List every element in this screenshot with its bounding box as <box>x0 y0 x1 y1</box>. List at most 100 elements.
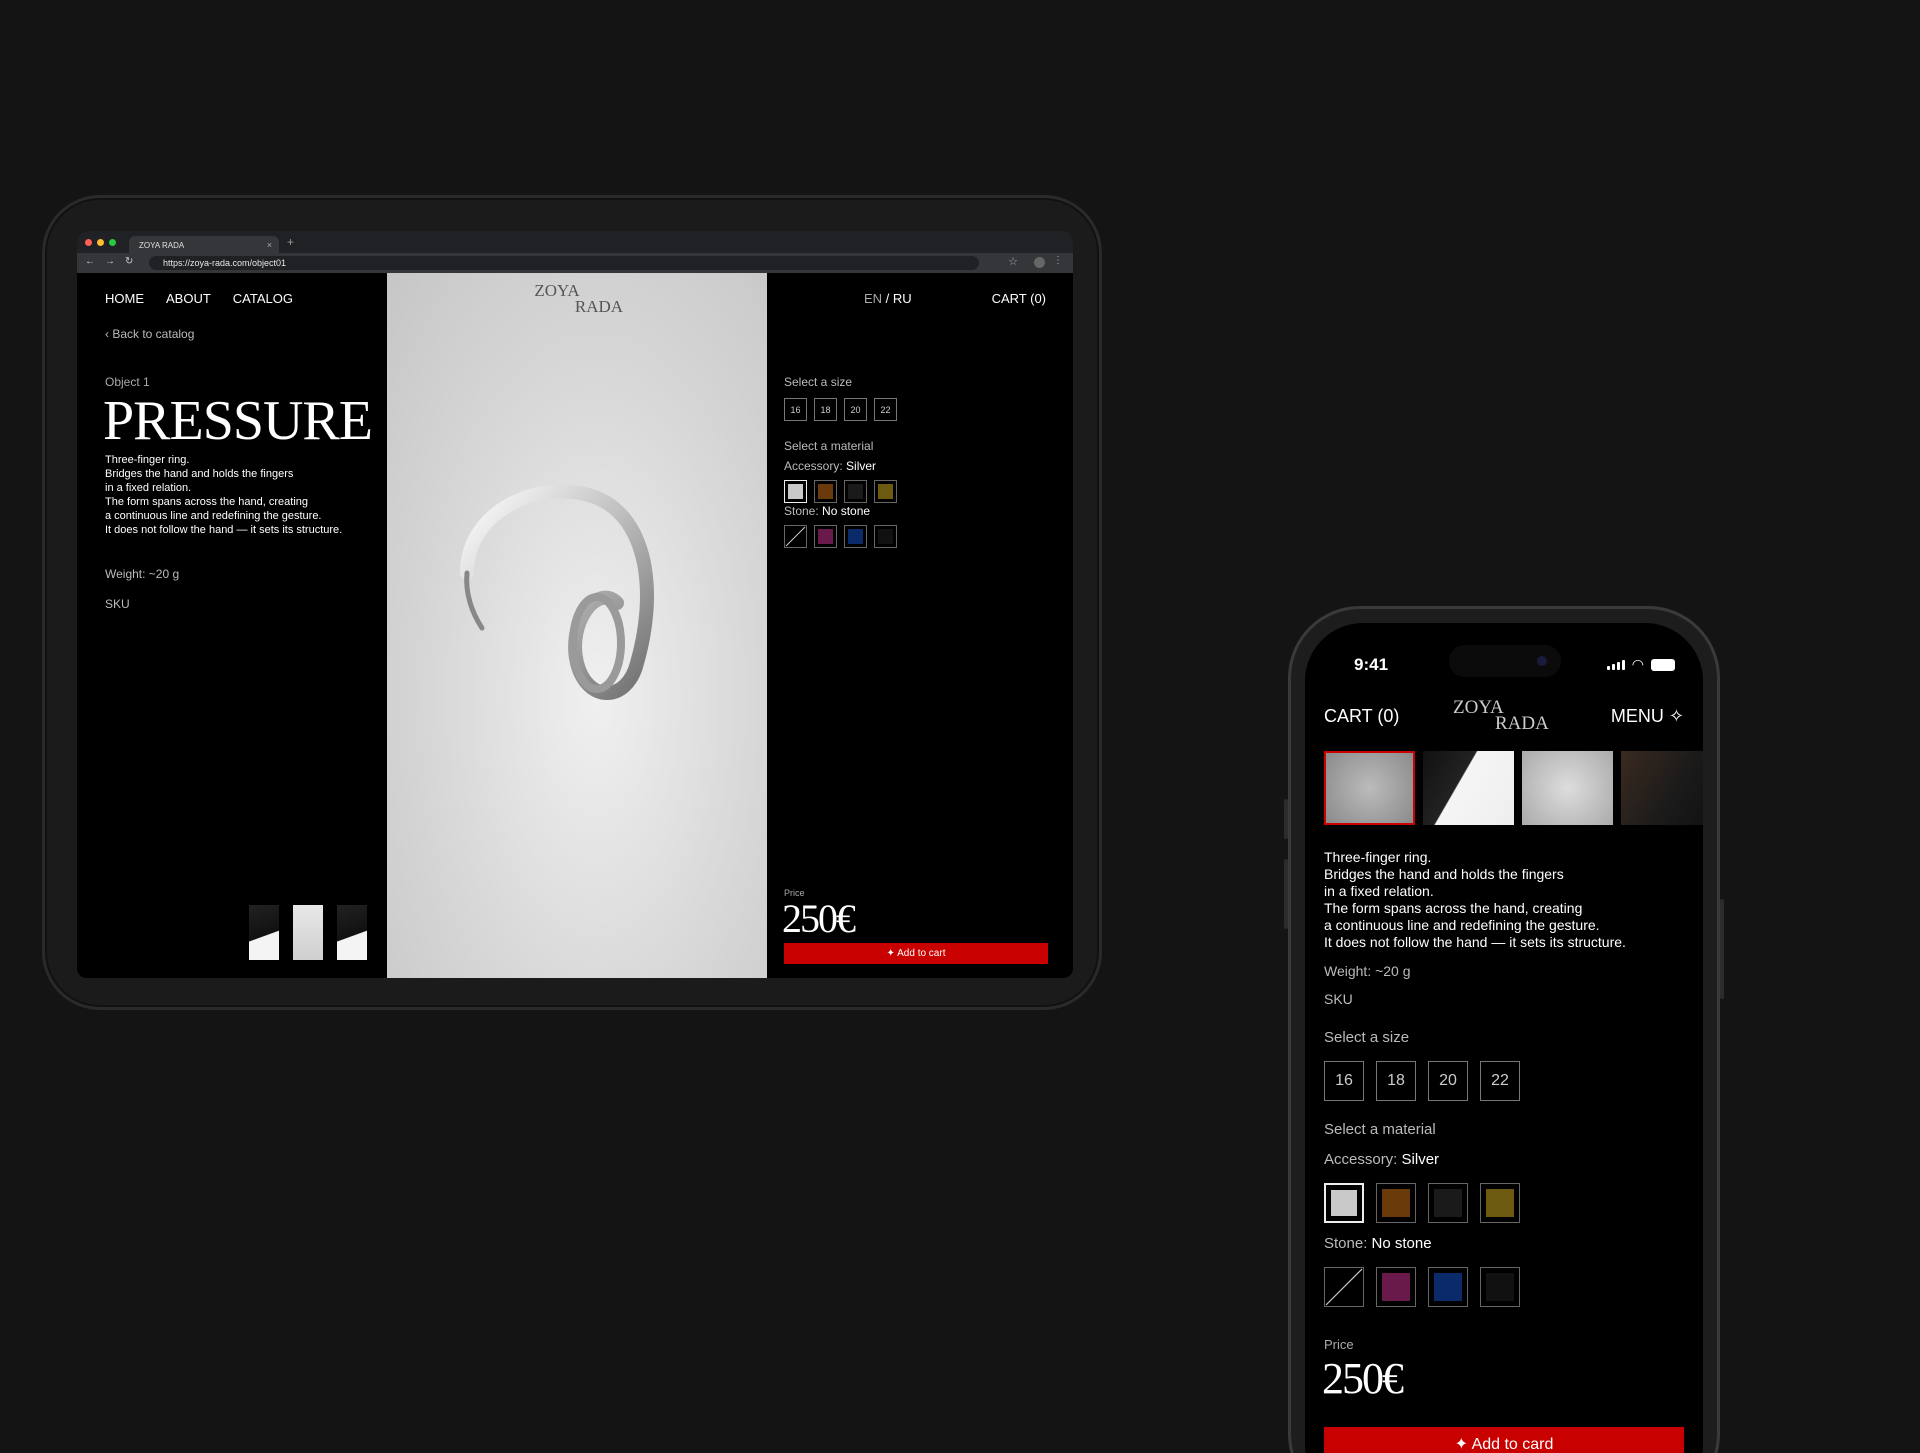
back-arrow-icon[interactable]: ← <box>85 256 95 267</box>
swatch-bronze[interactable] <box>814 480 837 503</box>
phone-stone-swatches <box>1324 1267 1520 1307</box>
swatch-gold[interactable] <box>874 480 897 503</box>
address-bar: ← → ↻ https://zoya-rada.com/object01 ☆ ⋮ <box>77 253 1073 273</box>
phone-swatch-sapphire[interactable] <box>1428 1267 1468 1307</box>
thumbnail-2[interactable] <box>293 905 323 960</box>
phone-price-label: Price <box>1324 1337 1354 1352</box>
swatch-no-stone[interactable] <box>784 525 807 548</box>
phone-thumbnail-2[interactable] <box>1423 751 1514 825</box>
phone-accessory-value: Silver <box>1401 1151 1440 1168</box>
minimize-window-button[interactable] <box>97 239 104 246</box>
product-description: Three-finger ring. Bridges the hand and … <box>105 454 343 536</box>
thumbnail-3[interactable] <box>337 905 367 960</box>
size-option-22[interactable]: 22 <box>874 398 897 421</box>
accessory-value: Silver <box>846 459 877 473</box>
no-stone-icon <box>785 526 806 547</box>
phone-swatch-gold[interactable] <box>1480 1183 1520 1223</box>
nav-about-link[interactable]: ABOUT <box>166 291 211 306</box>
lang-en-link[interactable]: EN <box>864 291 882 306</box>
phone-device: 9:41 ◠ CART (0) ZOYA RADA MENU ✧ Three-f… <box>1284 606 1724 1453</box>
phone-add-to-cart-button[interactable]: ✦ Add to card <box>1324 1427 1684 1453</box>
product-title: PRESSURE <box>103 390 373 452</box>
price-value: 250€ <box>782 896 856 941</box>
swatch-silver[interactable] <box>784 480 807 503</box>
wifi-icon: ◠ <box>1631 656 1644 672</box>
accessory-label: Accessory: Silver <box>784 459 877 473</box>
phone-size-option-16[interactable]: 16 <box>1324 1061 1364 1101</box>
browser-menu-icon[interactable]: ⋮ <box>1053 255 1063 266</box>
language-switch: EN / RU <box>864 291 912 306</box>
nav-catalog-link[interactable]: CATALOG <box>233 291 293 306</box>
size-option-20[interactable]: 20 <box>844 398 867 421</box>
ring-illustration <box>460 484 654 700</box>
phone-brand-logo[interactable]: ZOYA RADA <box>1453 697 1549 741</box>
dynamic-island <box>1449 645 1561 677</box>
phone-power-button <box>1720 899 1724 999</box>
swatch-sapphire[interactable] <box>844 525 867 548</box>
nav-home-link[interactable]: HOME <box>105 291 144 306</box>
phone-stone-value: No stone <box>1371 1235 1432 1252</box>
phone-swatch-onyx[interactable] <box>1480 1267 1520 1307</box>
stone-swatches <box>784 525 897 548</box>
phone-thumbnail-4[interactable] <box>1621 751 1703 825</box>
tab-close-icon[interactable]: × <box>267 240 272 250</box>
swatch-ruby[interactable] <box>814 525 837 548</box>
size-options: 16 18 20 22 <box>784 398 897 421</box>
phone-swatch-black[interactable] <box>1428 1183 1468 1223</box>
tablet-device: ZOYA RADA × + ← → ↻ https://zoya-rada.co… <box>42 195 1102 1010</box>
object-number: Object 1 <box>105 375 150 389</box>
add-to-cart-button[interactable]: ✦ Add to cart <box>784 943 1048 964</box>
phone-size-option-22[interactable]: 22 <box>1480 1061 1520 1101</box>
size-label: Select a size <box>784 375 853 389</box>
browser-tab-strip: ZOYA RADA × + <box>77 231 1073 253</box>
phone-size-option-20[interactable]: 20 <box>1428 1061 1468 1101</box>
bookmark-star-icon[interactable]: ☆ <box>1008 255 1018 268</box>
stone-label: Stone: No stone <box>784 504 871 518</box>
lang-ru-link[interactable]: RU <box>893 291 912 306</box>
thumbnail-1[interactable] <box>249 905 279 960</box>
tablet-screen: ZOYA RADA × + ← → ↻ https://zoya-rada.co… <box>77 231 1073 978</box>
battery-icon <box>1651 658 1675 671</box>
phone-menu-button[interactable]: MENU ✧ <box>1611 706 1684 727</box>
browser-tab[interactable]: ZOYA RADA × <box>129 236 279 253</box>
size-option-18[interactable]: 18 <box>814 398 837 421</box>
phone-swatch-ruby[interactable] <box>1376 1267 1416 1307</box>
phone-material-label: Select a material <box>1324 1121 1436 1138</box>
window-controls <box>85 239 116 246</box>
maximize-window-button[interactable] <box>109 239 116 246</box>
product-info-column: HOME ABOUT CATALOG ‹ Back to catalog Obj… <box>77 273 387 978</box>
brand-logo[interactable]: ZOYA RADA <box>387 281 767 321</box>
back-to-catalog-link[interactable]: ‹ Back to catalog <box>105 327 194 341</box>
phone-thumbnail-3[interactable] <box>1522 751 1613 825</box>
swatch-onyx[interactable] <box>874 525 897 548</box>
reload-icon[interactable]: ↻ <box>125 256 133 267</box>
cart-link[interactable]: CART (0) <box>992 291 1046 306</box>
product-weight: Weight: ~20 g <box>105 567 180 581</box>
forward-arrow-icon[interactable]: → <box>105 256 115 267</box>
phone-cart-link[interactable]: CART (0) <box>1324 706 1399 727</box>
close-window-button[interactable] <box>85 239 92 246</box>
new-tab-button[interactable]: + <box>287 235 294 249</box>
accessory-swatches <box>784 480 897 503</box>
phone-gallery-thumbnails <box>1324 751 1703 825</box>
phone-no-stone-icon <box>1325 1268 1363 1306</box>
phone-thumbnail-1[interactable] <box>1324 751 1415 825</box>
phone-size-option-18[interactable]: 18 <box>1376 1061 1416 1101</box>
status-time: 9:41 <box>1354 655 1389 674</box>
phone-swatch-silver[interactable] <box>1324 1183 1364 1223</box>
phone-stone-label: Stone: No stone <box>1324 1235 1432 1252</box>
phone-swatch-no-stone[interactable] <box>1324 1267 1364 1307</box>
product-page: HOME ABOUT CATALOG ‹ Back to catalog Obj… <box>77 273 1073 978</box>
url-field[interactable]: https://zoya-rada.com/object01 <box>149 256 979 270</box>
phone-volume-up <box>1284 859 1288 929</box>
profile-avatar[interactable] <box>1034 257 1045 268</box>
gallery-thumbnails <box>249 905 367 960</box>
phone-swatch-bronze[interactable] <box>1376 1183 1416 1223</box>
phone-price-value: 250€ <box>1322 1354 1404 1403</box>
phone-accessory-label: Accessory: Silver <box>1324 1151 1440 1168</box>
size-option-16[interactable]: 16 <box>784 398 807 421</box>
swatch-black[interactable] <box>844 480 867 503</box>
phone-screen: 9:41 ◠ CART (0) ZOYA RADA MENU ✧ Three-f… <box>1305 623 1703 1453</box>
phone-mute-button <box>1284 799 1288 839</box>
product-sku: SKU <box>105 597 130 611</box>
